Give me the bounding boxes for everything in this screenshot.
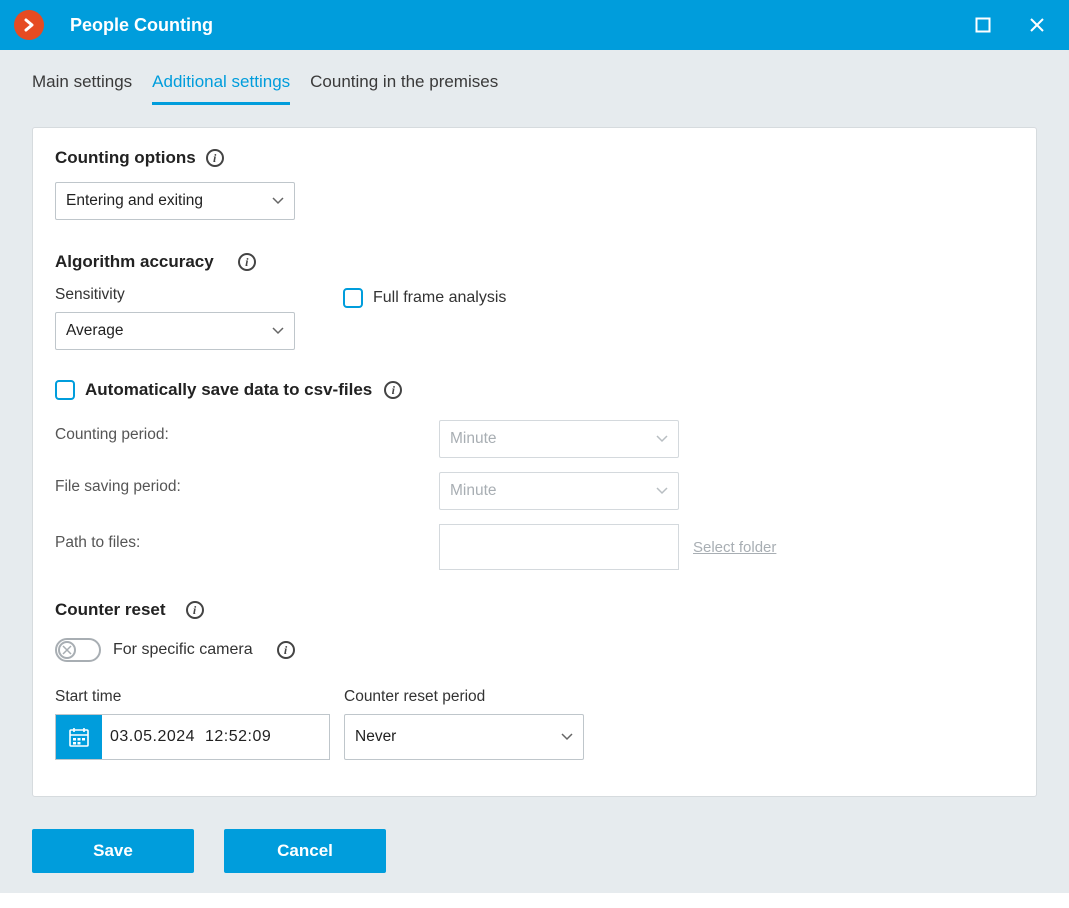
save-button[interactable]: Save xyxy=(32,829,194,873)
algorithm-accuracy-label: Algorithm accuracy xyxy=(55,252,214,272)
info-icon[interactable]: i xyxy=(186,601,204,619)
toggle-knob-icon xyxy=(58,641,76,659)
counting-options-select[interactable]: Entering and exiting xyxy=(55,182,295,220)
chevron-down-icon xyxy=(656,430,668,448)
csv-autosave-label: Automatically save data to csv-files xyxy=(85,380,372,400)
path-to-files-label: Path to files: xyxy=(55,534,425,552)
start-time-value: 03.05.2024 12:52:09 xyxy=(102,715,329,759)
info-icon[interactable]: i xyxy=(277,641,295,659)
sensitivity-value: Average xyxy=(66,322,123,340)
select-folder-link: Select folder xyxy=(693,539,776,556)
file-saving-period-select: Minute xyxy=(439,472,679,510)
counter-reset-period-select[interactable]: Never xyxy=(344,714,584,760)
csv-autosave-checkbox[interactable] xyxy=(55,380,75,400)
counting-options-value: Entering and exiting xyxy=(66,192,203,210)
counter-reset-label: Counter reset xyxy=(55,600,166,620)
tab-additional-settings[interactable]: Additional settings xyxy=(152,72,290,105)
maximize-button[interactable] xyxy=(973,15,993,35)
for-specific-camera-label: For specific camera xyxy=(113,641,253,659)
counter-reset-heading: Counter reset i xyxy=(55,600,1014,620)
close-button[interactable] xyxy=(1027,15,1047,35)
counting-options-heading: Counting options i xyxy=(55,148,1014,168)
calendar-icon xyxy=(67,725,91,749)
path-to-files-input xyxy=(439,524,679,570)
cancel-button[interactable]: Cancel xyxy=(224,829,386,873)
chevron-down-icon xyxy=(656,482,668,500)
tab-counting-premises[interactable]: Counting in the premises xyxy=(310,72,498,105)
info-icon[interactable]: i xyxy=(384,381,402,399)
start-time-input[interactable]: 03.05.2024 12:52:09 xyxy=(55,714,330,760)
chevron-down-icon xyxy=(272,322,284,340)
tab-main-settings[interactable]: Main settings xyxy=(32,72,132,105)
counting-period-select: Minute xyxy=(439,420,679,458)
window-controls xyxy=(973,15,1047,35)
algorithm-accuracy-heading: Algorithm accuracy i xyxy=(55,252,1014,272)
footer-buttons: Save Cancel xyxy=(0,797,1069,873)
tabs: Main settings Additional settings Counti… xyxy=(0,50,1069,105)
chevron-down-icon xyxy=(561,728,573,746)
info-icon[interactable]: i xyxy=(238,253,256,271)
sensitivity-label: Sensitivity xyxy=(55,286,343,304)
info-icon[interactable]: i xyxy=(206,149,224,167)
counting-period-label: Counting period: xyxy=(55,426,425,444)
counting-period-value: Minute xyxy=(450,430,497,448)
start-time-label: Start time xyxy=(55,688,330,706)
body-area: Main settings Additional settings Counti… xyxy=(0,50,1069,893)
app-logo-icon xyxy=(14,10,44,40)
file-saving-period-label: File saving period: xyxy=(55,478,425,496)
chevron-down-icon xyxy=(272,192,284,210)
counter-reset-period-label: Counter reset period xyxy=(344,688,584,706)
sensitivity-select[interactable]: Average xyxy=(55,312,295,350)
calendar-button[interactable] xyxy=(56,715,102,759)
file-saving-period-value: Minute xyxy=(450,482,497,500)
full-frame-label: Full frame analysis xyxy=(373,289,506,307)
full-frame-checkbox[interactable] xyxy=(343,288,363,308)
counter-reset-period-value: Never xyxy=(355,728,396,746)
titlebar: People Counting xyxy=(0,0,1069,50)
counting-options-label: Counting options xyxy=(55,148,196,168)
for-specific-camera-toggle[interactable] xyxy=(55,638,101,662)
settings-panel: Counting options i Entering and exiting … xyxy=(32,127,1037,797)
window-title: People Counting xyxy=(70,15,973,36)
